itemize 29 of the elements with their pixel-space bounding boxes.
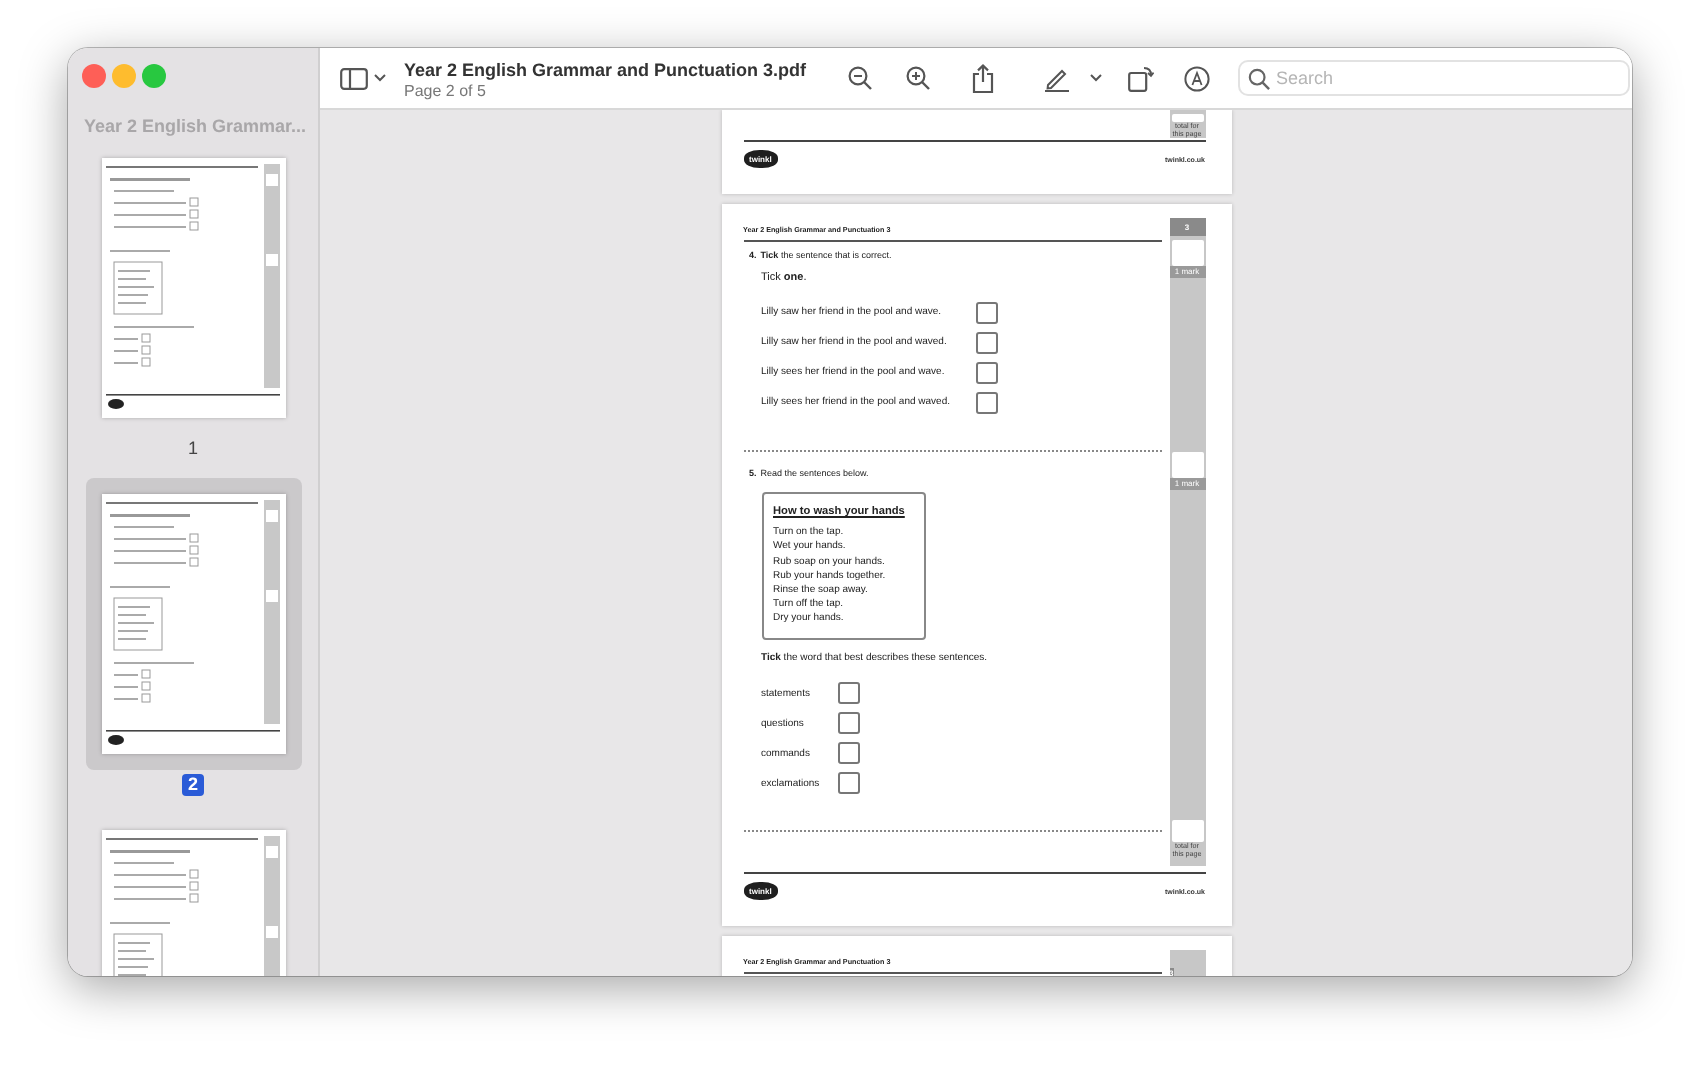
tick-box[interactable] bbox=[975, 361, 997, 383]
tick-box[interactable] bbox=[837, 682, 859, 705]
search-field[interactable]: Search bbox=[1238, 60, 1630, 96]
tick-box[interactable] bbox=[975, 331, 997, 353]
answer-box bbox=[1171, 820, 1203, 842]
tick-box[interactable] bbox=[837, 772, 859, 795]
answer-box bbox=[1171, 240, 1203, 266]
tick-box[interactable] bbox=[975, 301, 997, 323]
pen-icon[interactable] bbox=[1044, 65, 1070, 91]
search-icon bbox=[1248, 67, 1270, 89]
tick-box[interactable] bbox=[837, 742, 859, 765]
sidebar-toggle-icon[interactable] bbox=[340, 67, 368, 89]
zoom-out-icon[interactable] bbox=[848, 66, 872, 90]
page-number-label: 2 bbox=[181, 773, 204, 795]
rotate-icon[interactable] bbox=[1128, 65, 1154, 91]
page-indicator: Page 2 of 5 bbox=[404, 81, 488, 99]
zoom-in-icon[interactable] bbox=[906, 66, 930, 90]
sidebar-title: Year 2 English Grammar... bbox=[82, 114, 309, 140]
tick-box[interactable] bbox=[975, 391, 997, 413]
tick-box[interactable] bbox=[837, 712, 859, 735]
answer-box bbox=[1171, 452, 1203, 478]
close-button[interactable] bbox=[82, 64, 106, 88]
page-number-label: 1 bbox=[185, 437, 200, 459]
page-thumbnail[interactable] bbox=[85, 478, 301, 770]
window-title: Year 2 English Grammar and Punctuation 3.pdf bbox=[404, 57, 809, 81]
share-icon[interactable] bbox=[972, 63, 994, 93]
markup-icon[interactable] bbox=[1184, 65, 1210, 91]
chevron-down-icon[interactable] bbox=[1090, 74, 1102, 82]
chevron-down-icon[interactable] bbox=[374, 74, 386, 82]
